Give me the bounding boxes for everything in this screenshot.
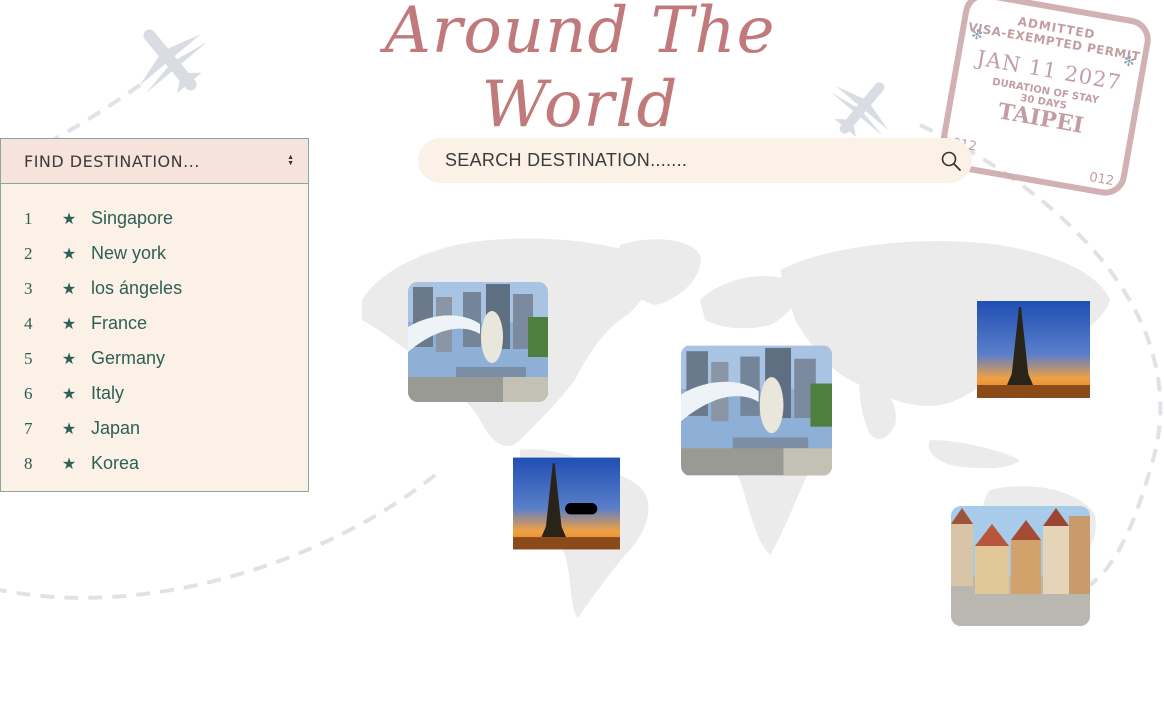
item-number: 4 xyxy=(24,313,33,333)
list-item[interactable]: 3 ★ los ángeles xyxy=(1,271,308,306)
star-icon: ★ xyxy=(61,420,77,438)
item-name: Japan xyxy=(91,418,141,438)
item-name: Italy xyxy=(91,383,125,403)
item-name: Singapore xyxy=(91,208,174,228)
list-item[interactable]: 2 ★ New york xyxy=(1,236,308,271)
item-name: Korea xyxy=(91,453,140,473)
star-icon: ★ xyxy=(61,280,77,298)
destination-list: 1 ★ Singapore 2 ★ New york 3 ★ los ángel… xyxy=(1,184,308,481)
find-destination-dropdown[interactable]: FIND DESTINATION... ▲ ▼ xyxy=(1,139,308,184)
destination-photo-singapore[interactable] xyxy=(408,282,548,402)
airplane-icon xyxy=(139,29,208,94)
destination-photo-singapore-2[interactable] xyxy=(681,345,832,476)
item-name: France xyxy=(91,313,148,333)
stamp-code-right: 012 xyxy=(1088,170,1116,190)
star-icon: ★ xyxy=(61,315,77,333)
search-bar xyxy=(418,138,972,183)
star-icon: ★ xyxy=(61,245,77,263)
list-item[interactable]: 8 ★ Korea xyxy=(1,446,308,481)
star-icon: ★ xyxy=(61,455,77,473)
find-destination-label: FIND DESTINATION... xyxy=(24,151,200,171)
flight-path-left xyxy=(0,473,437,600)
snowflake-icon: ✻ xyxy=(1121,53,1137,71)
item-number: 6 xyxy=(24,383,33,403)
item-name: Germany xyxy=(91,348,166,368)
destination-photo-germany[interactable] xyxy=(951,506,1090,626)
item-number: 3 xyxy=(24,278,33,298)
item-number: 1 xyxy=(24,208,33,228)
item-number: 2 xyxy=(24,243,33,263)
list-item[interactable]: 4 ★ France xyxy=(1,306,308,341)
item-number: 5 xyxy=(24,348,33,368)
star-icon: ★ xyxy=(61,210,77,228)
list-item[interactable]: 7 ★ Japan xyxy=(1,411,308,446)
item-number: 8 xyxy=(24,453,33,473)
snowflake-icon: ✻ xyxy=(969,26,985,45)
search-icon[interactable] xyxy=(940,150,962,172)
destination-photo-france-2[interactable] xyxy=(513,457,620,550)
page-title: Around The World xyxy=(384,0,776,142)
star-icon: ★ xyxy=(61,350,77,368)
list-item[interactable]: 1 ★ Singapore xyxy=(1,201,308,236)
item-name: los ángeles xyxy=(91,278,183,298)
sort-arrows-icon: ▲ ▼ xyxy=(287,154,294,167)
search-input[interactable] xyxy=(443,149,917,172)
item-name: New york xyxy=(91,243,167,263)
destination-photo-france[interactable] xyxy=(977,301,1090,398)
item-number: 7 xyxy=(24,418,33,438)
star-icon: ★ xyxy=(61,385,77,403)
list-item[interactable]: 5 ★ Germany xyxy=(1,341,308,376)
destination-panel: FIND DESTINATION... ▲ ▼ 1 ★ Singapore 2 ★… xyxy=(0,138,309,492)
list-item[interactable]: 6 ★ Italy xyxy=(1,376,308,411)
